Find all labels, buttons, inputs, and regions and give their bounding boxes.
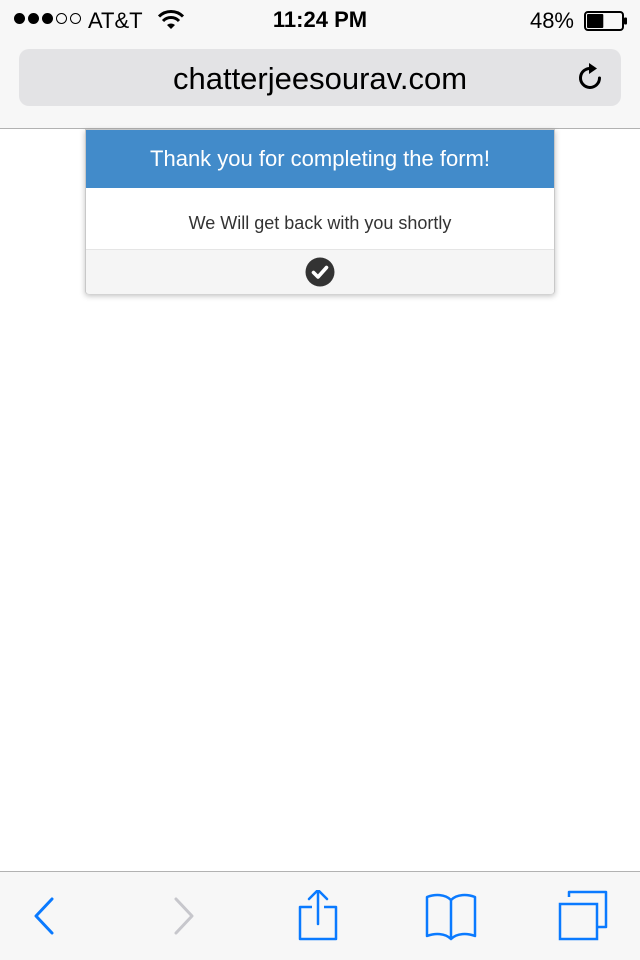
share-icon bbox=[298, 890, 338, 941]
battery-percent: 48% bbox=[529, 8, 574, 33]
url-text[interactable]: chatterjeesourav.com bbox=[19, 61, 621, 97]
forward-icon bbox=[174, 897, 194, 935]
tabs-icon bbox=[558, 890, 608, 941]
battery-icon bbox=[584, 11, 627, 31]
browser-toolbar bbox=[0, 871, 640, 960]
tabs-button[interactable] bbox=[552, 890, 612, 944]
status-bar: AT&T 11:24 PM 48% bbox=[0, 0, 640, 40]
reload-icon[interactable] bbox=[577, 63, 605, 93]
check-circle-icon[interactable] bbox=[305, 257, 335, 287]
dialog-footer bbox=[86, 250, 554, 294]
share-button[interactable] bbox=[288, 890, 348, 944]
confirmation-dialog: Thank you for completing the form! We Wi… bbox=[85, 129, 555, 294]
forward-button[interactable] bbox=[154, 890, 214, 944]
dialog-title: Thank you for completing the form! bbox=[86, 130, 554, 188]
battery-fill bbox=[587, 14, 604, 28]
bookmarks-button[interactable] bbox=[421, 890, 481, 944]
address-bar[interactable]: chatterjeesourav.com bbox=[19, 49, 621, 106]
bookmarks-icon bbox=[425, 893, 477, 941]
back-button[interactable] bbox=[14, 890, 74, 944]
back-icon bbox=[34, 897, 54, 935]
dialog-message: We Will get back with you shortly bbox=[86, 188, 554, 250]
browser-top-chrome: AT&T 11:24 PM 48% chatterjeesourav.com bbox=[0, 0, 640, 129]
phone-screen: AT&T 11:24 PM 48% chatterjeesourav.com T… bbox=[0, 0, 640, 960]
